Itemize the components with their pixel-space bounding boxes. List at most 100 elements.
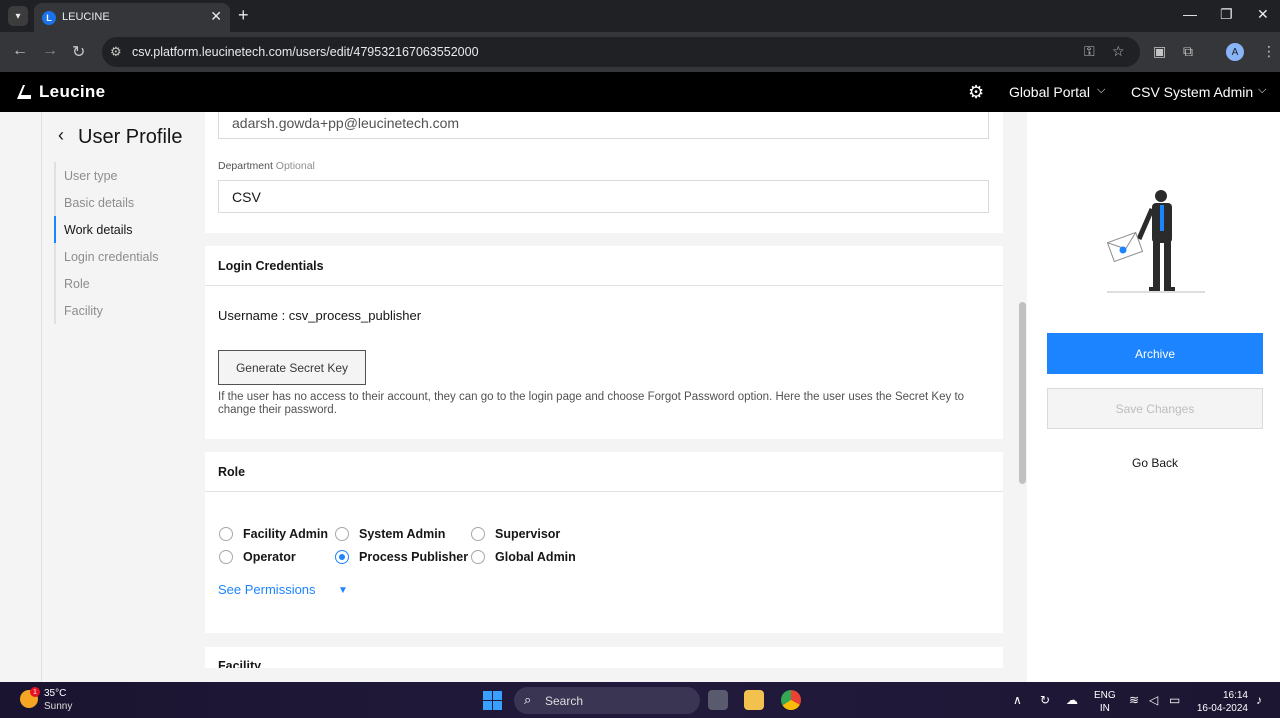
radio-circle[interactable] <box>335 550 349 564</box>
address-bar[interactable]: ⚙ csv.platform.leucinetech.com/users/edi… <box>102 37 1140 67</box>
radio-circle[interactable] <box>219 527 233 541</box>
radio-label: Supervisor <box>495 527 561 541</box>
extensions-icon[interactable]: ⧉ <box>1183 43 1193 60</box>
username-text: Username : csv_process_publisher <box>218 308 422 323</box>
clock[interactable]: 16:14 16-04-2024 <box>1196 689 1248 715</box>
step-role[interactable]: Role <box>54 270 204 297</box>
restore-icon[interactable]: ❐ <box>1220 6 1233 23</box>
role-radio-operator[interactable]: Operator <box>219 550 296 564</box>
save-changes-button[interactable]: Save Changes <box>1047 388 1263 429</box>
onedrive-cloud-icon[interactable]: ☁ <box>1066 693 1078 707</box>
caret-down-icon[interactable]: ▼ <box>338 585 348 596</box>
section-header: Role <box>205 452 1003 492</box>
radio-label: System Admin <box>359 527 446 541</box>
browser-tab-bar: ▾ L LEUCINE ✕ + — ❐ ✕ <box>0 0 1280 32</box>
logo-text: Leucine <box>39 82 106 101</box>
settings-gear-icon[interactable]: ⚙ <box>968 82 984 103</box>
step-basic-details[interactable]: Basic details <box>54 189 204 216</box>
role-radio-global-admin[interactable]: Global Admin <box>471 550 576 564</box>
section-title-login: Login Credentials <box>218 259 324 273</box>
optional-tag: Optional <box>275 160 315 172</box>
profile-avatar[interactable]: A <box>1226 43 1244 61</box>
back-chevron-icon[interactable]: ‹ <box>58 125 64 146</box>
section-header: Login Credentials <box>205 246 1003 286</box>
tray-chevron-up-icon[interactable]: ∧ <box>1013 693 1022 707</box>
battery-icon[interactable]: ▭ <box>1169 693 1180 707</box>
tab-search-icon[interactable]: ▾ <box>8 6 28 26</box>
department-input[interactable]: CSV <box>218 180 989 213</box>
radio-circle[interactable] <box>219 550 233 564</box>
work-details-card: adarsh.gowda+pp@leucinetech.com Departme… <box>205 112 1003 233</box>
notification-badge: 1 <box>30 687 40 697</box>
close-window-icon[interactable]: ✕ <box>1257 6 1269 23</box>
forward-icon[interactable]: → <box>42 42 58 60</box>
sync-icon[interactable]: ↻ <box>1040 693 1050 707</box>
right-panel: Archive Save Changes Go Back <box>1027 112 1280 682</box>
volume-icon[interactable]: ◁ <box>1149 693 1158 707</box>
task-view-icon[interactable] <box>708 690 728 710</box>
menu-dots-icon[interactable]: ⋮ <box>1262 43 1276 60</box>
chevron-down-icon[interactable]: ⌵ <box>1258 84 1266 97</box>
generate-secret-key-button[interactable]: Generate Secret Key <box>218 350 366 385</box>
notification-bell-icon[interactable]: ♪ <box>1256 693 1262 707</box>
lang-line-1: ENG <box>1094 690 1116 701</box>
step-work-details[interactable]: Work details <box>54 216 204 243</box>
new-tab-icon[interactable]: + <box>238 5 249 26</box>
page-title: User Profile <box>78 126 183 148</box>
radio-label: Global Admin <box>495 550 576 564</box>
leucine-logo-icon <box>17 85 31 99</box>
os-taskbar: 1 35°C Sunny ⌕ Search ∧ ↻ ☁ ENG IN ≋ ◁ ▭… <box>0 682 1280 718</box>
radio-circle[interactable] <box>471 550 485 564</box>
user-dropdown[interactable]: CSV System Admin <box>1131 84 1253 100</box>
role-card: Role Facility Admin System Admin Supervi… <box>205 452 1003 633</box>
taskbar-search[interactable]: ⌕ Search <box>514 687 700 714</box>
browser-tab[interactable]: L LEUCINE ✕ <box>34 3 230 32</box>
password-key-icon[interactable]: ⚿ <box>1084 43 1095 60</box>
weather-description[interactable]: Sunny <box>44 701 72 712</box>
department-label-text: Department <box>218 160 273 172</box>
windows-start-icon[interactable] <box>483 691 502 710</box>
wifi-icon[interactable]: ≋ <box>1129 693 1139 707</box>
radio-label: Operator <box>243 550 296 564</box>
chevron-down-icon[interactable]: ⌵ <box>1097 84 1105 97</box>
radio-circle[interactable] <box>471 527 485 541</box>
archive-button[interactable]: Archive <box>1047 333 1263 374</box>
browser-toolbar: ← → ↻ ⚙ csv.platform.leucinetech.com/use… <box>0 32 1280 72</box>
email-field[interactable]: adarsh.gowda+pp@leucinetech.com <box>218 112 989 139</box>
bookmark-star-icon[interactable]: ☆ <box>1112 43 1125 60</box>
facility-card: Facility <box>205 647 1003 668</box>
chrome-icon[interactable] <box>781 690 801 710</box>
section-title-role: Role <box>218 465 246 479</box>
scrollbar-thumb[interactable] <box>1019 302 1026 484</box>
tab-close-icon[interactable]: ✕ <box>210 8 222 25</box>
role-radio-process-publisher[interactable]: Process Publisher <box>335 550 468 564</box>
role-radio-system-admin[interactable]: System Admin <box>335 527 445 541</box>
radio-circle[interactable] <box>335 527 349 541</box>
clock-time: 16:14 <box>1222 690 1248 701</box>
step-login-credentials[interactable]: Login credentials <box>54 243 204 270</box>
department-label: Department Optional <box>218 160 315 172</box>
reload-icon[interactable]: ↻ <box>72 42 85 62</box>
minimize-icon[interactable]: — <box>1183 6 1197 22</box>
search-placeholder: Search <box>545 694 584 708</box>
section-title-facility: Facility <box>218 659 262 668</box>
site-info-icon[interactable]: ⚙ <box>110 44 122 60</box>
step-user-type[interactable]: User type <box>54 162 204 189</box>
role-radio-supervisor[interactable]: Supervisor <box>471 527 560 541</box>
app-header: Leucine ⚙ Global Portal ⌵ CSV System Adm… <box>0 72 1280 112</box>
radio-label: Process Publisher <box>359 550 469 564</box>
see-permissions-link[interactable]: See Permissions <box>218 582 316 597</box>
portal-dropdown[interactable]: Global Portal <box>1009 84 1090 100</box>
role-radio-facility-admin[interactable]: Facility Admin <box>219 527 328 541</box>
language-indicator[interactable]: ENG IN <box>1094 689 1116 715</box>
translate-icon[interactable]: ▣ <box>1153 43 1166 60</box>
file-explorer-icon[interactable] <box>744 690 764 710</box>
go-back-button[interactable]: Go Back <box>1047 452 1263 474</box>
weather-temperature[interactable]: 35°C <box>44 688 66 699</box>
step-facility[interactable]: Facility <box>54 297 204 324</box>
person-with-envelope-illustration <box>1107 190 1205 293</box>
back-icon[interactable]: ← <box>12 42 28 60</box>
tab-title: LEUCINE <box>62 11 110 23</box>
url-text[interactable]: csv.platform.leucinetech.com/users/edit/… <box>132 45 479 59</box>
login-credentials-card: Login Credentials Username : csv_process… <box>205 246 1003 439</box>
